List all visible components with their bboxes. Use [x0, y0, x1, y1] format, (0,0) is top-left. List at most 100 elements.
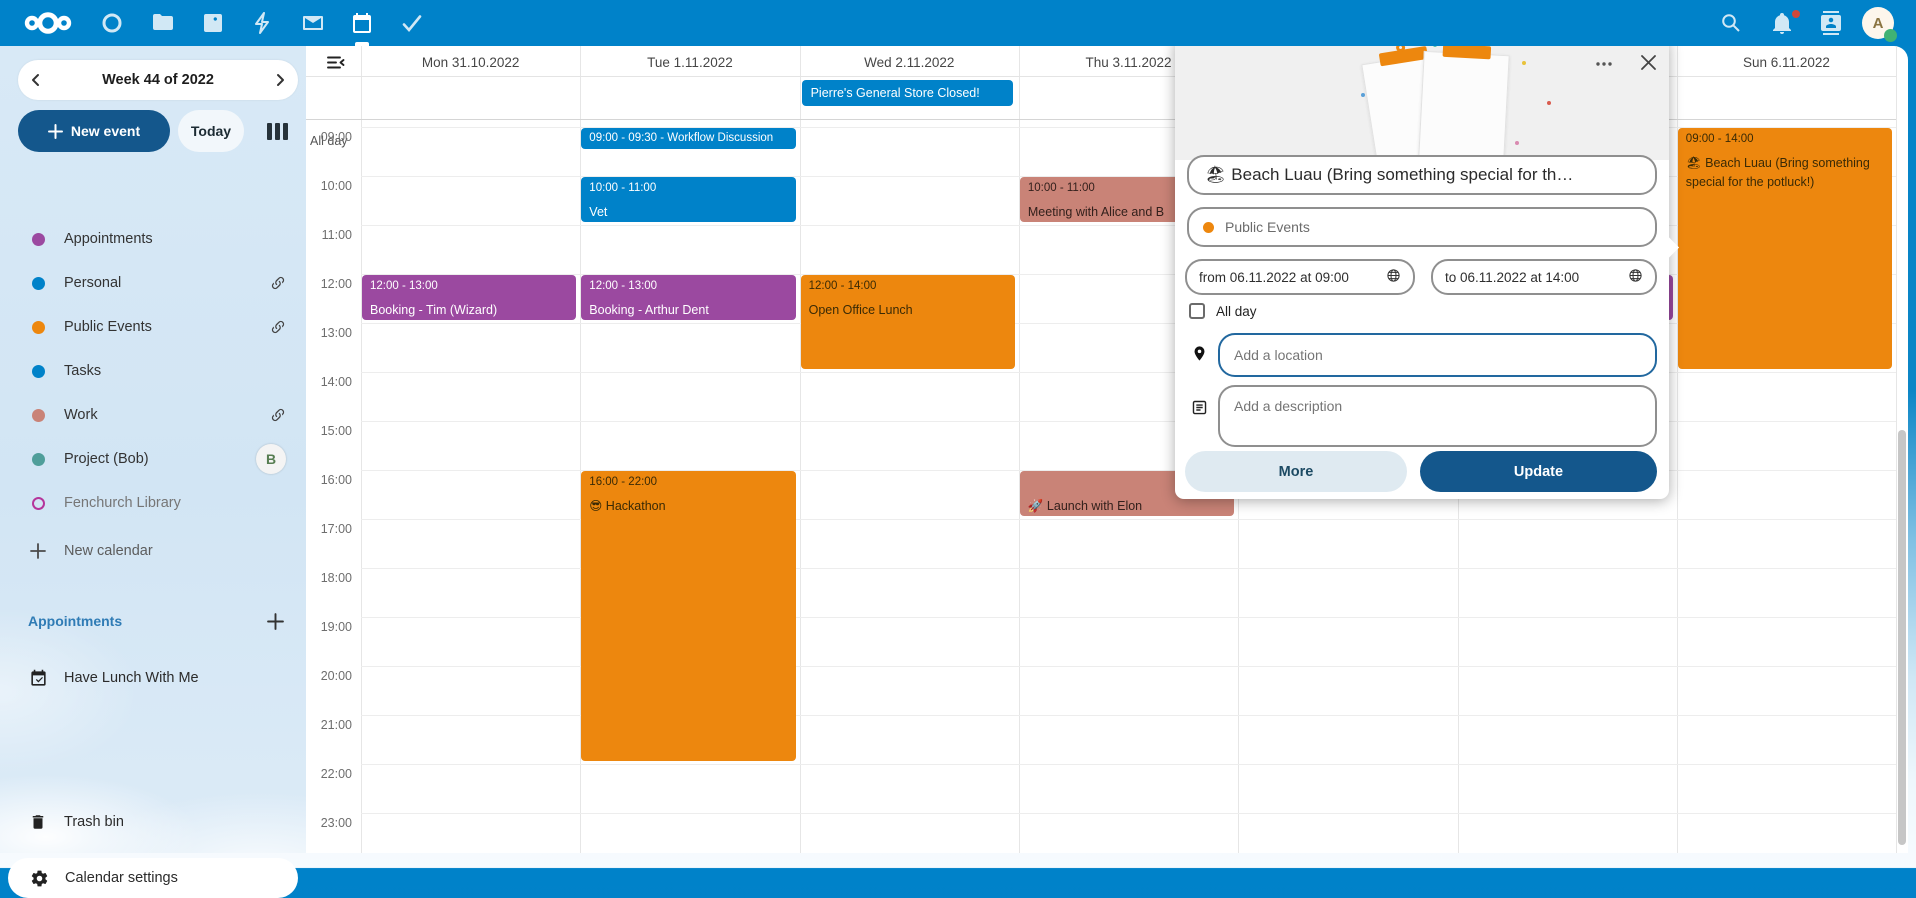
activity-icon[interactable]	[251, 11, 275, 35]
calendar-color-dot	[1203, 222, 1214, 233]
event-time: 09:00 - 09:30 - Workflow Discussion	[589, 130, 787, 146]
time-axis-label: 20:00	[306, 669, 352, 683]
appointments-section-header: Appointments	[6, 606, 300, 636]
update-button[interactable]: Update	[1420, 451, 1657, 492]
contacts-icon[interactable]	[1819, 11, 1843, 35]
week-view-columns-button[interactable]	[260, 115, 294, 147]
calendar-event[interactable]: 12:00 - 13:00 Booking - Arthur Dent	[581, 275, 795, 320]
calendar-name: Personal	[64, 275, 270, 291]
plus-icon	[28, 543, 48, 559]
calendar-list-item[interactable]: Fenchurch Library	[6, 481, 300, 525]
new-calendar-button[interactable]: New calendar	[6, 531, 300, 571]
share-link-icon[interactable]	[270, 275, 286, 291]
new-event-button[interactable]: New event	[18, 110, 170, 152]
files-folder-icon[interactable]	[151, 11, 175, 35]
tasks-check-icon[interactable]	[400, 11, 424, 35]
calendar-event[interactable]: 09:00 - 09:30 - Workflow Discussion	[581, 128, 795, 149]
gear-icon	[30, 869, 49, 888]
end-date-input[interactable]: to 06.11.2022 at 14:00	[1431, 259, 1657, 295]
calendar-settings-button[interactable]: Calendar settings	[8, 858, 298, 898]
search-icon[interactable]	[1719, 11, 1743, 35]
event-time: 16:00 - 22:00	[589, 475, 787, 490]
dashboard-icon[interactable]	[100, 11, 124, 35]
next-week-button[interactable]	[262, 60, 298, 100]
plus-icon	[48, 124, 63, 139]
calendar-name: Public Events	[64, 319, 270, 335]
collapse-allday-icon[interactable]	[327, 55, 345, 75]
appointment-item[interactable]: Have Lunch With Me	[6, 658, 300, 698]
calendar-list-item[interactable]: Personal	[6, 261, 300, 305]
event-time: 12:00 - 13:00	[589, 279, 787, 294]
popup-more-actions-button[interactable]	[1589, 49, 1619, 79]
calendar-settings-label: Calendar settings	[65, 870, 178, 886]
share-link-icon[interactable]	[270, 319, 286, 335]
grid-column-line	[800, 46, 801, 853]
calendar-name: Fenchurch Library	[64, 495, 286, 511]
time-axis-label: 21:00	[306, 718, 352, 732]
timezone-globe-icon[interactable]	[1386, 268, 1401, 286]
time-axis-label: 13:00	[306, 326, 352, 340]
event-title: 🏖 Beach Luau (Bring something special fo…	[1686, 154, 1884, 192]
grid-column-line	[361, 46, 362, 853]
hour-line	[361, 764, 1896, 765]
today-button[interactable]: Today	[178, 110, 244, 152]
allday-event[interactable]: Pierre's General Store Closed!	[802, 80, 1013, 106]
day-header: Mon 31.10.2022	[361, 51, 580, 73]
mail-icon[interactable]	[301, 11, 325, 35]
description-input[interactable]	[1218, 385, 1657, 447]
calendar-select-value: Public Events	[1225, 219, 1310, 235]
calendar-app-icon[interactable]	[350, 11, 374, 35]
calendar-name: Tasks	[64, 363, 286, 379]
event-title: Booking - Tim (Wizard)	[370, 301, 568, 320]
event-title-value[interactable]	[1203, 164, 1641, 186]
calendar-event[interactable]: 12:00 - 13:00Booking - Tim (Wizard)	[362, 275, 576, 320]
calendar-list-item[interactable]: Public Events	[6, 305, 300, 349]
day-header: Sun 6.11.2022	[1677, 51, 1896, 73]
share-link-icon[interactable]	[270, 407, 286, 423]
appointment-item-label: Have Lunch With Me	[64, 670, 199, 686]
popup-close-button[interactable]	[1633, 47, 1663, 77]
photos-icon[interactable]	[201, 11, 225, 35]
event-title-input[interactable]	[1187, 155, 1657, 195]
calendar-event[interactable]: 09:00 - 14:00🏖 Beach Luau (Bring somethi…	[1678, 128, 1892, 369]
nextcloud-logo[interactable]	[22, 8, 74, 38]
checkbox-box[interactable]	[1189, 303, 1205, 319]
columns-view-icon	[267, 123, 288, 140]
add-appointment-button[interactable]	[267, 613, 284, 630]
calendar-event[interactable]: 16:00 - 22:00😎 Hackathon	[581, 471, 795, 761]
location-input[interactable]	[1218, 333, 1657, 377]
all-day-checkbox[interactable]: All day	[1189, 303, 1257, 319]
description-input-field[interactable]	[1232, 396, 1643, 440]
grid-column-line	[1896, 46, 1897, 853]
calendar-list-item[interactable]: Work	[6, 393, 300, 437]
calendar-list-item[interactable]: Tasks	[6, 349, 300, 393]
calendar-select[interactable]: Public Events	[1187, 207, 1657, 247]
time-axis-label: 15:00	[306, 424, 352, 438]
timezone-globe-icon[interactable]	[1628, 268, 1643, 286]
calendar-list-item[interactable]: Appointments	[6, 217, 300, 261]
time-axis-label: 14:00	[306, 375, 352, 389]
time-axis-label: 09:00	[306, 130, 352, 144]
calendar-name: Work	[64, 407, 270, 423]
more-button[interactable]: More	[1185, 451, 1407, 492]
event-title: Open Office Lunch	[809, 301, 1007, 320]
calendar-event[interactable]: 12:00 - 14:00Open Office Lunch	[801, 275, 1015, 369]
notifications-bell-icon[interactable]	[1770, 11, 1794, 35]
shared-by-badge: B	[256, 444, 286, 474]
grid-scrollbar-thumb[interactable]	[1898, 430, 1906, 845]
event-title: Booking - Arthur Dent	[589, 301, 787, 320]
start-date-input[interactable]: from 06.11.2022 at 09:00	[1185, 259, 1415, 295]
calendar-list-item[interactable]: Project (Bob)B	[6, 437, 300, 481]
calendar-name: Project (Bob)	[64, 451, 256, 467]
previous-week-button[interactable]	[18, 60, 54, 100]
event-title: 🚀 Launch with Elon	[1028, 497, 1226, 516]
all-day-label: All day	[1216, 304, 1257, 319]
time-axis-label: 18:00	[306, 571, 352, 585]
calendar-event[interactable]: 10:00 - 11:00Vet	[581, 177, 795, 222]
time-axis-label: 19:00	[306, 620, 352, 634]
popup-illustration	[1175, 37, 1669, 160]
location-pin-icon	[1191, 345, 1208, 362]
location-input-field[interactable]	[1232, 346, 1643, 364]
trash-bin-button[interactable]: Trash bin	[6, 802, 300, 842]
calendar-color-dot	[32, 321, 45, 334]
